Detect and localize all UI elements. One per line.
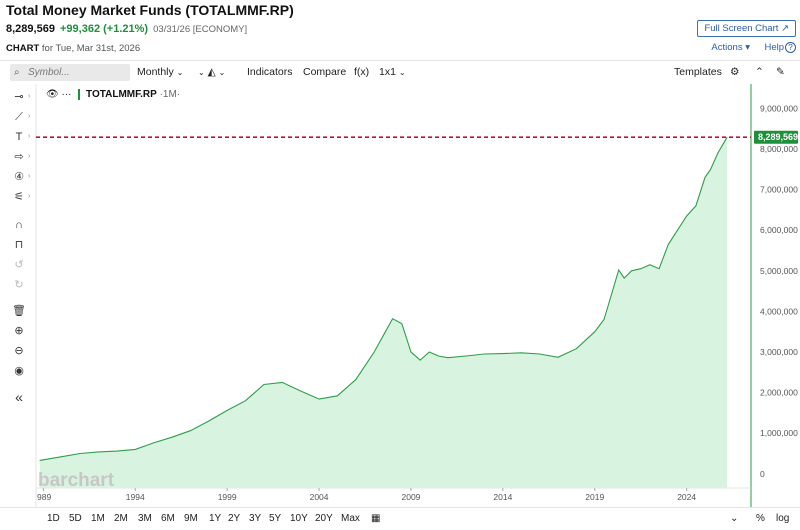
y-tick-label: 9,000,000 [760, 103, 798, 113]
x-tick-label: 2014 [493, 492, 512, 502]
x-tick-label: 1994 [126, 492, 145, 502]
eye-icon[interactable]: 👁 [46, 89, 59, 100]
series-legend: 👁 ··· TOTALMMF.RP ·1M· [46, 89, 180, 100]
period-button-2m[interactable]: 2M [114, 513, 128, 524]
period-button-max[interactable]: Max [341, 513, 360, 524]
period-button-1d[interactable]: 1D [47, 513, 60, 524]
x-tick-label: 2004 [310, 492, 329, 502]
y-tick-label: 3,000,000 [760, 347, 798, 357]
y-tick-label: 1,000,000 [760, 428, 798, 438]
period-bar: 1D 5D 1M 2M 3M 6M 9M 1Y 2Y 3Y 5Y 10Y 20Y Max ▦ ⌄ % lo… [0, 507, 800, 530]
period-button-5d[interactable]: 5D [69, 513, 82, 524]
x-tick-label: 989 [37, 492, 51, 502]
period-button-3m[interactable]: 3M [138, 513, 152, 524]
y-tick-label: 2,000,000 [760, 388, 798, 398]
period-button-2y[interactable]: 2Y [228, 513, 240, 524]
period-button-3y[interactable]: 3Y [249, 513, 261, 524]
y-tick-label: 5,000,000 [760, 266, 798, 276]
x-tick-label: 2024 [677, 492, 696, 502]
calendar-icon[interactable]: ▦ [371, 513, 380, 524]
percent-toggle[interactable]: % [756, 513, 765, 524]
legend-period: ·1M· [159, 89, 181, 101]
area-fill [39, 137, 728, 488]
period-button-1y[interactable]: 1Y [209, 513, 221, 524]
more-icon[interactable]: ··· [61, 89, 71, 100]
period-button-9m[interactable]: 9M [184, 513, 198, 524]
log-toggle[interactable]: log [776, 513, 789, 524]
series-color-swatch [78, 89, 81, 100]
legend-symbol: TOTALMMF.RP [86, 89, 157, 101]
period-button-20y[interactable]: 20Y [315, 513, 333, 524]
period-button-5y[interactable]: 5Y [269, 513, 281, 524]
x-tick-label: 2019 [585, 492, 604, 502]
current-value-label: 8,289,569 [758, 132, 798, 142]
y-axis-ticks: 0 1,000,000 2,000,000 3,000,000 4,000,000 5,0… [760, 103, 798, 478]
y-tick-label: 4,000,000 [760, 306, 798, 316]
x-tick-label: 1999 [218, 492, 237, 502]
y-tick-label: 0 [760, 469, 765, 479]
watermark: barchart [38, 470, 115, 491]
chevron-down-icon[interactable]: ⌄ [730, 513, 738, 524]
chart-svg: 0 1,000,000 2,000,000 3,000,000 4,000,000 5,0… [35, 84, 798, 507]
y-tick-label: 8,000,000 [760, 144, 798, 154]
x-axis-ticks: 989 1994 1999 2004 2009 2014 2019 2024 [37, 488, 696, 502]
current-value-badge: 8,289,569 [754, 130, 798, 144]
period-button-1m[interactable]: 1M [91, 513, 105, 524]
period-button-10y[interactable]: 10Y [290, 513, 308, 524]
x-tick-label: 2009 [402, 492, 421, 502]
y-tick-label: 6,000,000 [760, 225, 798, 235]
period-button-6m[interactable]: 6M [161, 513, 175, 524]
y-tick-label: 7,000,000 [760, 185, 798, 195]
